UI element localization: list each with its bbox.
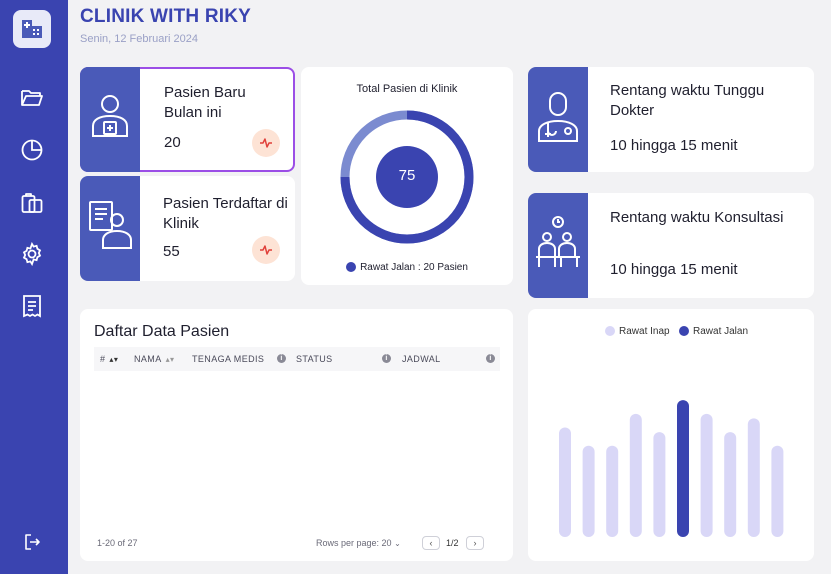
- bar-6: [700, 413, 713, 537]
- sort-icon: ▴▾: [165, 354, 175, 364]
- new-patients-band: [80, 67, 140, 172]
- patient-table-card: Daftar Data Pasien # ▴▾ NAMA ▴▾ TENAGA M…: [80, 309, 513, 561]
- column-medical-staff[interactable]: TENAGA MEDIS: [192, 354, 264, 364]
- waiting-room-icon: [533, 215, 583, 276]
- clinic-logo-icon[interactable]: [13, 10, 51, 48]
- column-number-label: #: [100, 354, 106, 364]
- bar-4: [653, 432, 666, 537]
- registered-patients-band: [80, 176, 140, 281]
- page-indicator: 1/2: [446, 538, 459, 548]
- consult-time-card[interactable]: Rentang waktu Konsultasi 10 hingga 15 me…: [528, 193, 814, 298]
- column-status-label: STATUS: [296, 354, 333, 364]
- current-date: Senin, 12 Februari 2024: [80, 33, 199, 45]
- bar-2: [606, 445, 619, 537]
- chevron-down-icon: ⌄: [394, 539, 401, 548]
- next-page-button[interactable]: ›: [466, 536, 484, 550]
- column-schedule-label: JADWAL: [402, 354, 441, 364]
- page-title: CLINIK WITH RIKY: [80, 6, 252, 27]
- pagination-range: 1-20 of 27: [97, 538, 138, 548]
- total-patients-card: Total Pasien di Klinik 75 Rawat Jalan : …: [301, 67, 513, 285]
- prev-page-button[interactable]: ‹: [422, 536, 440, 550]
- pulse-icon: [252, 236, 280, 264]
- bar-9: [771, 445, 784, 537]
- new-patients-title: Pasien Baru Bulan ini: [164, 84, 246, 121]
- bar-chart-card: Rawat Inap Rawat Jalan: [528, 309, 814, 561]
- rows-per-page-select[interactable]: Rows per page: 20 ⌄: [316, 538, 401, 548]
- bar-1: [582, 445, 595, 537]
- sidebar: [0, 0, 68, 574]
- consult-time-band: [528, 193, 588, 298]
- sort-icon: ▴▾: [109, 354, 119, 364]
- column-number[interactable]: # ▴▾: [100, 354, 118, 364]
- bar-5: [677, 400, 689, 537]
- legend-dot: [346, 262, 357, 273]
- wait-time-title: Rentang waktu Tunggu Dokter: [610, 82, 765, 119]
- consult-time-value: 10 hingga 15 menit: [610, 261, 738, 278]
- consult-time-title: Rentang waktu Konsultasi: [610, 209, 784, 226]
- bar-chart: [559, 400, 784, 537]
- gear-icon[interactable]: [19, 241, 45, 267]
- wait-time-value: 10 hingga 15 menit: [610, 137, 738, 154]
- patient-plus-icon: [88, 92, 132, 147]
- doctor-icon: [536, 91, 580, 148]
- info-icon[interactable]: i: [486, 354, 495, 363]
- info-icon[interactable]: i: [382, 354, 391, 363]
- wait-time-band: [528, 67, 588, 172]
- column-status[interactable]: STATUS: [296, 354, 333, 364]
- donut-legend: Rawat Jalan : 20 Pasien: [301, 262, 513, 273]
- donut-legend-label: Rawat Jalan : 20 Pasien: [360, 262, 468, 273]
- donut-title: Total Pasien di Klinik: [356, 83, 458, 95]
- donut-center-value: 75: [398, 167, 416, 184]
- bar-8: [747, 418, 760, 537]
- column-name[interactable]: NAMA ▴▾: [134, 354, 174, 364]
- logout-icon[interactable]: [20, 529, 44, 555]
- new-patients-card[interactable]: Pasien Baru Bulan ini 20: [80, 67, 295, 172]
- registered-patients-value: 55: [163, 243, 180, 260]
- column-schedule[interactable]: JADWAL: [402, 354, 441, 364]
- pulse-icon: [252, 129, 280, 157]
- table-title: Daftar Data Pasien: [94, 323, 230, 340]
- column-medical-staff-label: TENAGA MEDIS: [192, 354, 265, 364]
- column-name-label: NAMA: [134, 354, 162, 364]
- table-header: # ▴▾ NAMA ▴▾ TENAGA MEDIS i STATUS i JAD…: [94, 347, 500, 371]
- bar-0: [559, 427, 571, 537]
- clipboard-icon[interactable]: [19, 190, 45, 216]
- bar-7: [724, 432, 737, 537]
- folder-icon[interactable]: [19, 85, 45, 111]
- receipt-icon[interactable]: [19, 293, 45, 319]
- bar-3: [629, 413, 642, 537]
- pie-chart-icon[interactable]: [19, 137, 45, 163]
- registered-patients-card[interactable]: Pasien Terdaftar di Klinik 55: [80, 176, 295, 281]
- rows-per-page-label: Rows per page: 20: [316, 538, 392, 548]
- info-icon[interactable]: i: [277, 354, 286, 363]
- new-patients-value: 20: [164, 134, 181, 151]
- patient-list-icon: [87, 198, 133, 259]
- registered-patients-title: Pasien Terdaftar di Klinik: [163, 195, 288, 232]
- wait-time-card[interactable]: Rentang waktu Tunggu Dokter 10 hingga 15…: [528, 67, 814, 172]
